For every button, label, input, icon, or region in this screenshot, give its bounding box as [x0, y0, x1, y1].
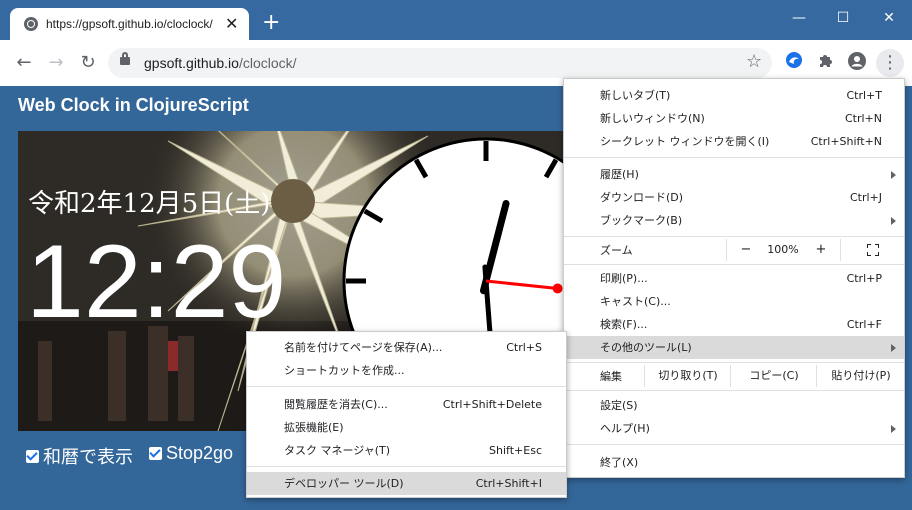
menu-item-print[interactable]: 印刷(P)... Ctrl+P: [564, 267, 904, 290]
menu-separator: [564, 390, 904, 391]
menu-item-incognito[interactable]: シークレット ウィンドウを開く(I) Ctrl+Shift+N: [564, 130, 904, 153]
more-tools-submenu: 名前を付けてページを保存(A)... Ctrl+S ショートカットを作成... 閲…: [246, 331, 567, 498]
extension-wave-icon[interactable]: [782, 51, 806, 75]
stop2go-label: Stop2go: [166, 443, 234, 463]
fullscreen-icon[interactable]: [840, 239, 905, 261]
wareki-checkbox[interactable]: 和暦で表示: [26, 443, 133, 469]
menu-item-bookmarks[interactable]: ブックマーク(B): [564, 209, 904, 232]
extensions-puzzle-icon[interactable]: [814, 51, 838, 75]
zoom-level: 100%: [767, 243, 799, 256]
zoom-out-button[interactable]: −: [726, 239, 765, 261]
menu-item-help[interactable]: ヘルプ(H): [564, 417, 904, 440]
menu-item-exit[interactable]: 終了(X): [564, 451, 904, 474]
second-hand-tip: [552, 283, 563, 294]
reload-icon[interactable]: ↻: [75, 50, 101, 76]
profile-avatar-icon[interactable]: [845, 51, 869, 75]
address-bar[interactable]: gpsoft.github.io/cloclock/ ☆: [108, 48, 772, 78]
menu-row-zoom: ズーム − 100% +: [564, 239, 904, 262]
menu-row-edit: 編集 切り取り(T) コピー(C) 貼り付け(P): [564, 365, 904, 388]
window-close-button[interactable]: ✕: [866, 4, 912, 32]
zoom-in-button[interactable]: +: [802, 239, 840, 261]
stop2go-checkbox[interactable]: Stop2go: [149, 443, 233, 464]
paste-button[interactable]: 貼り付け(P): [816, 365, 905, 387]
page-title: Web Clock in ClojureScript: [18, 95, 249, 115]
checkbox-checked-icon[interactable]: [26, 449, 39, 463]
lock-icon: [120, 52, 130, 65]
cut-button[interactable]: 切り取り(T): [644, 365, 731, 387]
tab-close-icon[interactable]: ✕: [225, 14, 238, 33]
minimize-button[interactable]: —: [776, 4, 822, 32]
submenu-arrow-icon: [891, 425, 896, 433]
submenu-arrow-icon: [891, 217, 896, 225]
submenu-arrow-icon: [891, 344, 896, 352]
forward-arrow-icon[interactable]: →: [43, 50, 69, 76]
submenu-item-clear-history[interactable]: 閲覧履歴を消去(C)... Ctrl+Shift+Delete: [247, 393, 566, 416]
new-tab-button[interactable]: +: [262, 12, 280, 34]
edit-label: 編集: [600, 370, 622, 383]
chrome-main-menu: 新しいタブ(T) Ctrl+T 新しいウィンドウ(N) Ctrl+N シークレット …: [563, 78, 905, 478]
menu-item-more-tools[interactable]: その他のツール(L): [564, 336, 904, 359]
submenu-item-save-page[interactable]: 名前を付けてページを保存(A)... Ctrl+S: [247, 336, 566, 359]
submenu-item-extensions[interactable]: 拡張機能(E): [247, 416, 566, 439]
bookmark-star-icon[interactable]: ☆: [746, 51, 762, 72]
url-host: gpsoft.github.io: [144, 55, 239, 71]
menu-separator: [564, 264, 904, 265]
date-display: 令和2年12月5日(土): [28, 189, 271, 219]
menu-separator: [247, 466, 566, 467]
browser-tab[interactable]: https://gpsoft.github.io/cloclock/ ✕: [10, 8, 249, 40]
menu-item-find[interactable]: 検索(F)... Ctrl+F: [564, 313, 904, 336]
maximize-button[interactable]: ☐: [820, 4, 866, 32]
copy-button[interactable]: コピー(C): [730, 365, 817, 387]
menu-separator: [247, 386, 566, 387]
menu-item-new-window[interactable]: 新しいウィンドウ(N) Ctrl+N: [564, 107, 904, 130]
submenu-arrow-icon: [891, 171, 896, 179]
menu-separator: [564, 444, 904, 445]
checkbox-checked-icon[interactable]: [149, 447, 162, 460]
menu-separator: [564, 236, 904, 237]
submenu-item-developer-tools[interactable]: デベロッパー ツール(D) Ctrl+Shift+I: [247, 472, 566, 495]
menu-item-cast[interactable]: キャスト(C)...: [564, 290, 904, 313]
time-display: 12:29: [26, 224, 287, 340]
menu-separator: [564, 157, 904, 158]
menu-item-settings[interactable]: 設定(S): [564, 394, 904, 417]
submenu-item-task-manager[interactable]: タスク マネージャ(T) Shift+Esc: [247, 439, 566, 462]
more-menu-icon[interactable]: ⋮: [876, 49, 904, 77]
url-path: /cloclock/: [238, 55, 297, 71]
tab-title: https://gpsoft.github.io/cloclock/: [46, 17, 213, 31]
menu-item-new-tab[interactable]: 新しいタブ(T) Ctrl+T: [564, 84, 904, 107]
menu-item-history[interactable]: 履歴(H): [564, 163, 904, 186]
wareki-label: 和暦で表示: [43, 447, 133, 467]
back-arrow-icon[interactable]: ←: [11, 50, 37, 76]
menu-separator: [564, 362, 904, 363]
zoom-label: ズーム: [600, 244, 633, 257]
submenu-item-create-shortcut[interactable]: ショートカットを作成...: [247, 359, 566, 382]
globe-icon: [24, 17, 38, 31]
menu-item-downloads[interactable]: ダウンロード(D) Ctrl+J: [564, 186, 904, 209]
